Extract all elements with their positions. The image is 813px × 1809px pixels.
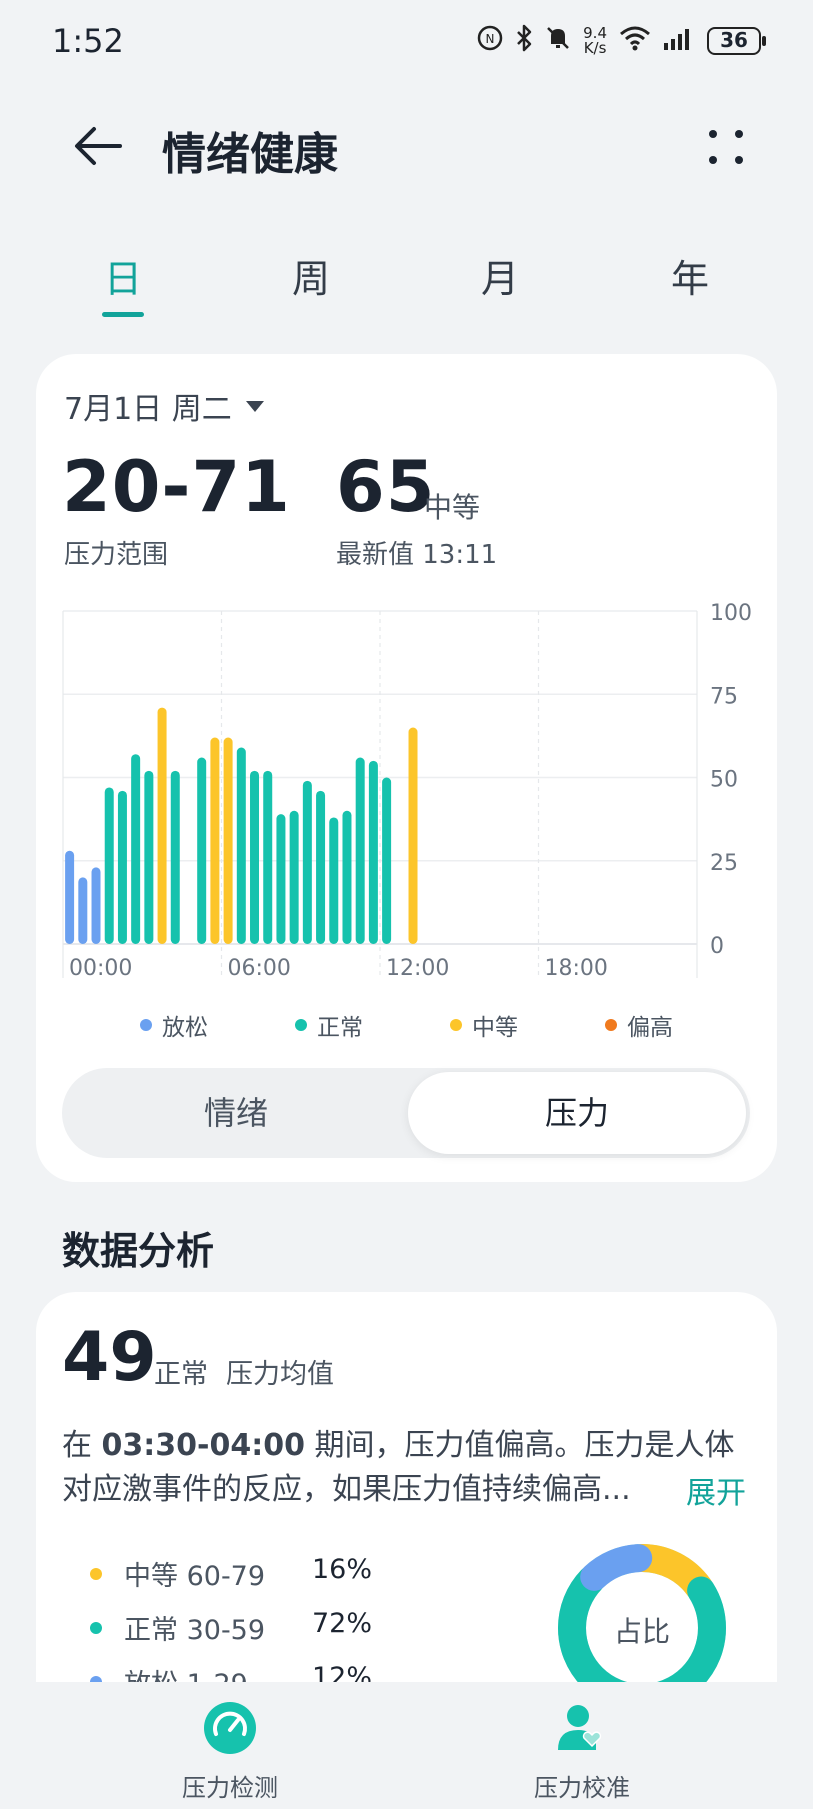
x-tick-label: 00:00 [69, 956, 132, 981]
dist-label: 正常 30-59 [124, 1615, 266, 1646]
dist-dot [90, 1621, 102, 1634]
chart-bar [368, 760, 378, 944]
nav-stress-calibration[interactable]: 压力校准 [482, 1700, 682, 1803]
chart-bar [236, 747, 246, 944]
chart-bar [170, 770, 180, 944]
legend-high: 偏高 [605, 1008, 673, 1042]
chart-bar [197, 757, 207, 944]
y-tick-label: 50 [710, 768, 738, 793]
segment-stress[interactable]: 压力 [408, 1072, 746, 1154]
legend-dot-normal [295, 1019, 307, 1031]
chart-bar [144, 770, 154, 944]
legend-moderate: 中等 [450, 1008, 518, 1042]
legend-label: 正常 [317, 1015, 363, 1041]
legend-relaxed: 放松 [140, 1008, 208, 1042]
x-tick-label: 18:00 [545, 956, 608, 981]
chart-bar [104, 787, 114, 944]
dist-row-moderate: 中等 60-79 [90, 1554, 265, 1593]
average-value: 49 [62, 1318, 157, 1397]
chart-bar [302, 780, 312, 944]
legend-dot-high [605, 1019, 617, 1031]
chart-bar [316, 790, 326, 944]
donut-label: 占比 [613, 1615, 670, 1648]
y-tick-label: 0 [710, 934, 724, 959]
chart-bar [342, 810, 352, 944]
chart-bar [263, 770, 273, 944]
nav-label: 压力检测 [182, 1774, 278, 1802]
legend-label: 中等 [472, 1015, 518, 1041]
section-title: 数据分析 [62, 1229, 215, 1273]
chart-bar [78, 877, 88, 944]
legend-dot-moderate [450, 1019, 462, 1031]
chart-bar [355, 757, 365, 944]
y-tick-label: 100 [710, 601, 752, 626]
chart-bar [131, 754, 141, 944]
y-tick-label: 75 [710, 684, 738, 709]
segment-mood[interactable]: 情绪 [66, 1072, 406, 1154]
average-level: 正常 [154, 1359, 208, 1390]
chart-bar [329, 817, 339, 944]
dist-percent: 16% [312, 1554, 373, 1585]
chart-bar [65, 850, 75, 944]
chart-bar [250, 770, 260, 944]
average-label: 压力均值 [226, 1359, 334, 1390]
chart-bar [408, 727, 418, 944]
x-tick-label: 06:00 [228, 956, 291, 981]
user-calibrate-icon [558, 1705, 602, 1750]
nav-stress-test[interactable]: 压力检测 [130, 1700, 330, 1803]
x-tick-label: 12:00 [386, 956, 449, 981]
dist-row-normal: 正常 30-59 [90, 1608, 265, 1647]
dist-label: 中等 60-79 [124, 1561, 266, 1592]
chart-bar [91, 867, 101, 944]
dist-dot [90, 1567, 102, 1580]
chart-bar [289, 810, 299, 944]
legend-label: 放松 [162, 1015, 208, 1041]
gauge-icon [204, 1702, 256, 1754]
chart-bar [382, 777, 392, 944]
chart-bar [117, 790, 127, 944]
bottom-nav [0, 1682, 813, 1809]
stress-bar-chart: 100 75 50 25 0 00:00 06:00 12:00 18:00 [62, 601, 752, 981]
chart-bar [223, 737, 233, 944]
legend-dot-relaxed [140, 1019, 152, 1031]
y-tick-label: 25 [710, 851, 738, 876]
nav-label: 压力校准 [534, 1774, 630, 1802]
dist-percent: 72% [312, 1608, 373, 1639]
chart-bar [276, 814, 286, 944]
legend-label: 偏高 [627, 1015, 673, 1041]
expand-link[interactable]: 展开 [686, 1468, 746, 1512]
chart-bar [210, 737, 220, 944]
legend-normal: 正常 [295, 1008, 363, 1042]
analysis-text: 在 03:30-04:00 期间，压力值偏高。压力是人体对应激事件的反应，如果压… [62, 1428, 735, 1507]
chart-bar [157, 707, 167, 944]
analysis-time: 03:30-04:00 [101, 1428, 305, 1463]
